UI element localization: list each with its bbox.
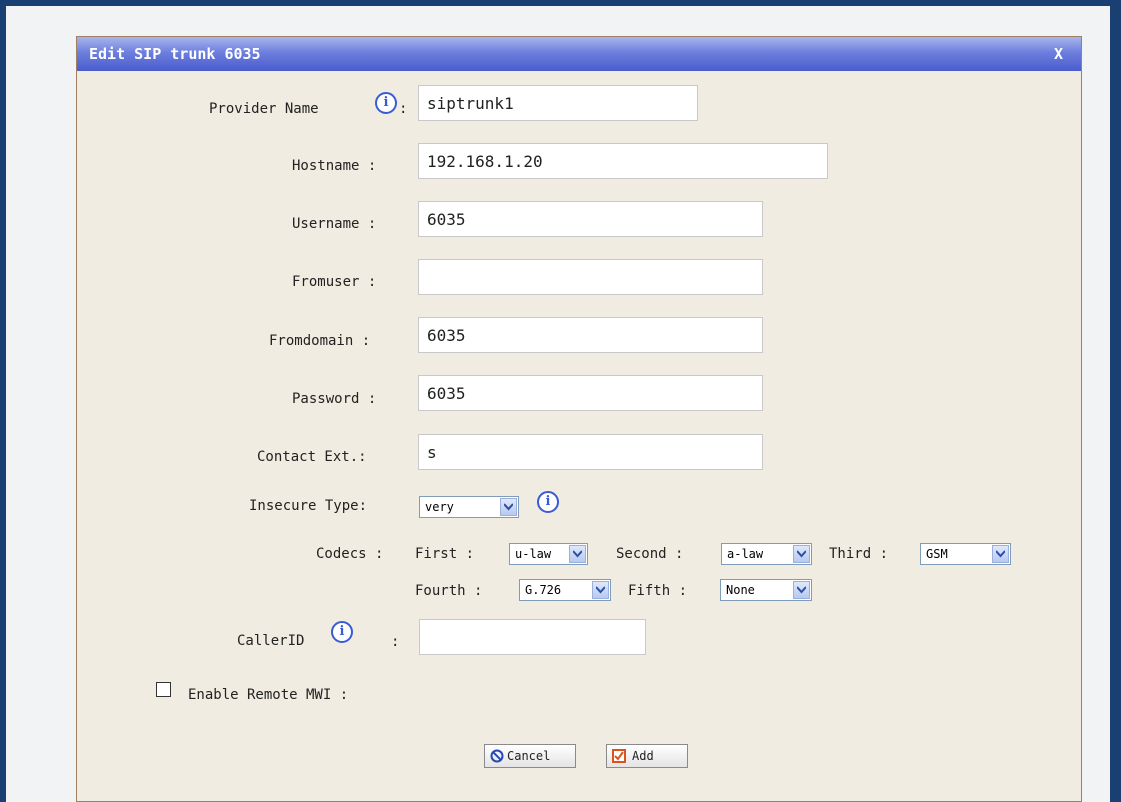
codec-fourth-label: Fourth : — [415, 583, 483, 599]
codec-second-value: a-law — [727, 547, 764, 561]
checkbox-check-icon — [612, 749, 626, 763]
codec-fifth-label: Fifth : — [628, 583, 688, 599]
codec-fifth-select[interactable]: None — [720, 579, 812, 601]
codec-third-label: Third : — [829, 546, 889, 562]
dialog-title-bar: Edit SIP trunk 6035 X — [77, 37, 1081, 71]
page-background: Edit SIP trunk 6035 X Provider Name i : … — [6, 6, 1110, 802]
hostname-label: Hostname : — [292, 158, 377, 174]
username-label: Username : — [292, 216, 377, 232]
edit-sip-trunk-dialog: Edit SIP trunk 6035 X Provider Name i : … — [76, 36, 1082, 802]
cancel-button-label: Cancel — [507, 749, 551, 763]
enable-remote-mwi-label: Enable Remote MWI : — [188, 687, 349, 703]
codec-third-value: GSM — [926, 547, 948, 561]
chevron-down-icon — [992, 545, 1009, 563]
codec-second-label: Second : — [616, 546, 684, 562]
chevron-down-icon — [569, 545, 586, 563]
fromuser-label: Fromuser : — [292, 274, 377, 290]
password-input[interactable] — [418, 375, 763, 411]
chevron-down-icon — [793, 545, 810, 563]
callerid-label: CallerID — [237, 633, 305, 649]
provider-name-input[interactable] — [418, 85, 698, 121]
insecure-type-info-icon[interactable]: i — [537, 491, 559, 513]
contact-ext-label: Contact Ext.: — [257, 449, 367, 465]
cancel-icon — [490, 749, 504, 763]
contact-ext-input[interactable] — [418, 434, 763, 470]
callerid-info-icon[interactable]: i — [331, 621, 353, 643]
codec-fifth-value: None — [726, 583, 755, 597]
codec-first-label: First : — [415, 546, 475, 562]
codec-third-select[interactable]: GSM — [920, 543, 1011, 565]
insecure-type-label: Insecure Type: — [249, 498, 368, 514]
insecure-type-value: very — [425, 500, 454, 514]
enable-remote-mwi-checkbox[interactable] — [156, 682, 171, 697]
codec-first-value: u-law — [515, 547, 552, 561]
add-button[interactable]: Add — [606, 744, 688, 768]
fromdomain-label: Fromdomain : — [269, 333, 371, 349]
close-button[interactable]: X — [1054, 45, 1063, 63]
fromdomain-input[interactable] — [418, 317, 763, 353]
insecure-type-select[interactable]: very — [419, 496, 519, 518]
provider-name-colon: : — [399, 101, 408, 117]
cancel-button[interactable]: Cancel — [484, 744, 576, 768]
dialog-title: Edit SIP trunk 6035 — [89, 45, 261, 63]
codec-fourth-select[interactable]: G.726 — [519, 579, 611, 601]
codec-second-select[interactable]: a-law — [721, 543, 812, 565]
chevron-down-icon — [592, 581, 609, 599]
chevron-down-icon — [500, 498, 517, 516]
username-input[interactable] — [418, 201, 763, 237]
codec-first-select[interactable]: u-law — [509, 543, 588, 565]
callerid-colon: : — [391, 634, 400, 650]
codecs-label: Codecs : — [316, 546, 384, 562]
provider-name-label: Provider Name — [209, 101, 319, 117]
callerid-input[interactable] — [419, 619, 646, 655]
provider-name-info-icon[interactable]: i — [375, 92, 397, 114]
chevron-down-icon — [793, 581, 810, 599]
add-button-label: Add — [632, 749, 654, 763]
fromuser-input[interactable] — [418, 259, 763, 295]
hostname-input[interactable] — [418, 143, 828, 179]
codec-fourth-value: G.726 — [525, 583, 562, 597]
password-label: Password : — [292, 391, 377, 407]
